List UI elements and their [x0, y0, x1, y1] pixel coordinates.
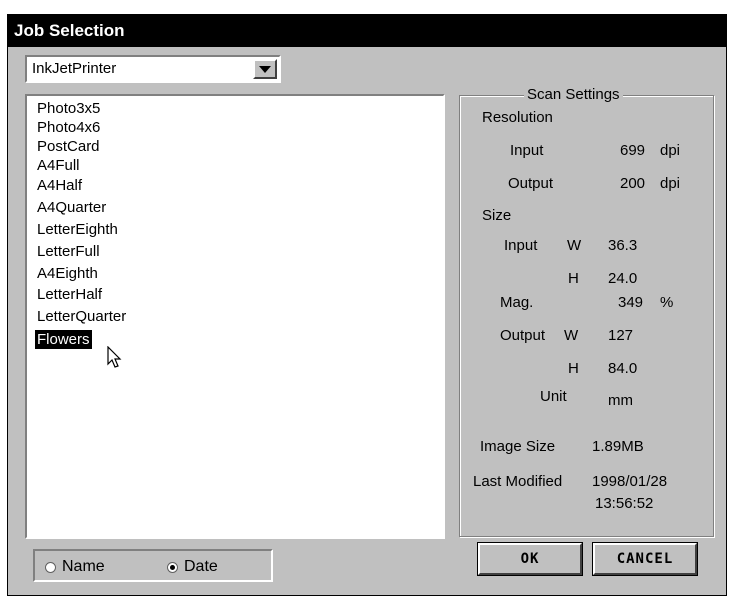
ok-button[interactable]: OK — [477, 542, 583, 576]
output-w-label: W — [564, 327, 579, 344]
sort-by-name-label: Name — [62, 558, 105, 575]
title-bar: Job Selection — [8, 15, 726, 47]
list-item[interactable]: Photo4x6 — [35, 118, 102, 137]
list-item[interactable]: A4Half — [35, 176, 84, 195]
list-item[interactable]: PostCard — [35, 137, 102, 156]
mag-unit: % — [660, 294, 674, 311]
list-item[interactable]: Photo3x5 — [35, 99, 102, 118]
unit-label: Unit — [540, 388, 567, 405]
mag-label: Mag. — [500, 294, 534, 311]
list-item[interactable]: LetterFull — [35, 242, 102, 261]
sort-by-date-radio[interactable]: Date — [167, 558, 218, 576]
ok-button-label: OK — [520, 551, 540, 567]
unit-value: mm — [608, 392, 633, 409]
printer-dropdown-value: InkJetPrinter — [32, 60, 117, 77]
res-output-label: Output — [508, 175, 554, 192]
output-h-value: 84.0 — [608, 360, 638, 377]
last-modified-date: 1998/01/28 — [592, 473, 668, 490]
window-title: Job Selection — [14, 21, 125, 40]
input-w-label: W — [567, 237, 582, 254]
res-output-unit: dpi — [660, 175, 681, 192]
res-input-value: 699 — [620, 142, 646, 159]
output-w-value: 127 — [608, 327, 634, 344]
sort-by-name-radio[interactable]: Name — [45, 558, 105, 576]
size-input-label: Input — [504, 237, 538, 254]
list-item[interactable]: LetterEighth — [35, 220, 120, 239]
job-selection-window: Job Selection InkJetPrinter Photo3x5 Pho… — [7, 14, 727, 596]
radio-checked-icon — [167, 561, 178, 573]
resolution-label: Resolution — [482, 109, 553, 126]
mag-value: 349 — [618, 294, 644, 311]
input-h-value: 24.0 — [608, 270, 638, 287]
sort-by-date-label: Date — [184, 558, 218, 575]
list-item[interactable]: A4Full — [35, 156, 82, 175]
res-input-label: Input — [510, 142, 544, 159]
printer-dropdown[interactable]: InkJetPrinter — [25, 55, 281, 83]
cancel-button-label: CANCEL — [616, 551, 674, 567]
input-h-label: H — [568, 270, 579, 287]
input-w-value: 36.3 — [608, 237, 638, 254]
job-list[interactable]: Photo3x5 Photo4x6 PostCard A4Full A4Half… — [25, 94, 445, 539]
list-item[interactable]: LetterHalf — [35, 285, 104, 304]
list-item[interactable]: LetterQuarter — [35, 307, 128, 326]
image-size-label: Image Size — [480, 438, 556, 455]
size-label: Size — [482, 207, 512, 224]
size-output-label: Output — [500, 327, 546, 344]
mouse-cursor-icon — [107, 346, 122, 368]
last-modified-label: Last Modified — [473, 473, 563, 490]
image-size-value: 1.89MB — [592, 438, 644, 455]
res-input-unit: dpi — [660, 142, 681, 159]
list-item[interactable]: A4Eighth — [35, 264, 100, 283]
list-item-selected[interactable]: Flowers — [35, 330, 92, 349]
scan-settings-group: Scan Settings Resolution Input 699 dpi O… — [459, 86, 714, 537]
sort-radio-group: Name Date — [33, 549, 273, 582]
scan-settings-title: Scan Settings — [524, 86, 623, 103]
chevron-down-icon — [259, 65, 271, 73]
list-item[interactable]: A4Quarter — [35, 198, 108, 217]
res-output-value: 200 — [620, 175, 646, 192]
last-modified-time: 13:56:52 — [595, 495, 654, 512]
dropdown-button[interactable] — [253, 59, 277, 79]
cancel-button[interactable]: CANCEL — [592, 542, 698, 576]
output-h-label: H — [568, 360, 579, 377]
radio-unchecked-icon — [45, 561, 56, 573]
